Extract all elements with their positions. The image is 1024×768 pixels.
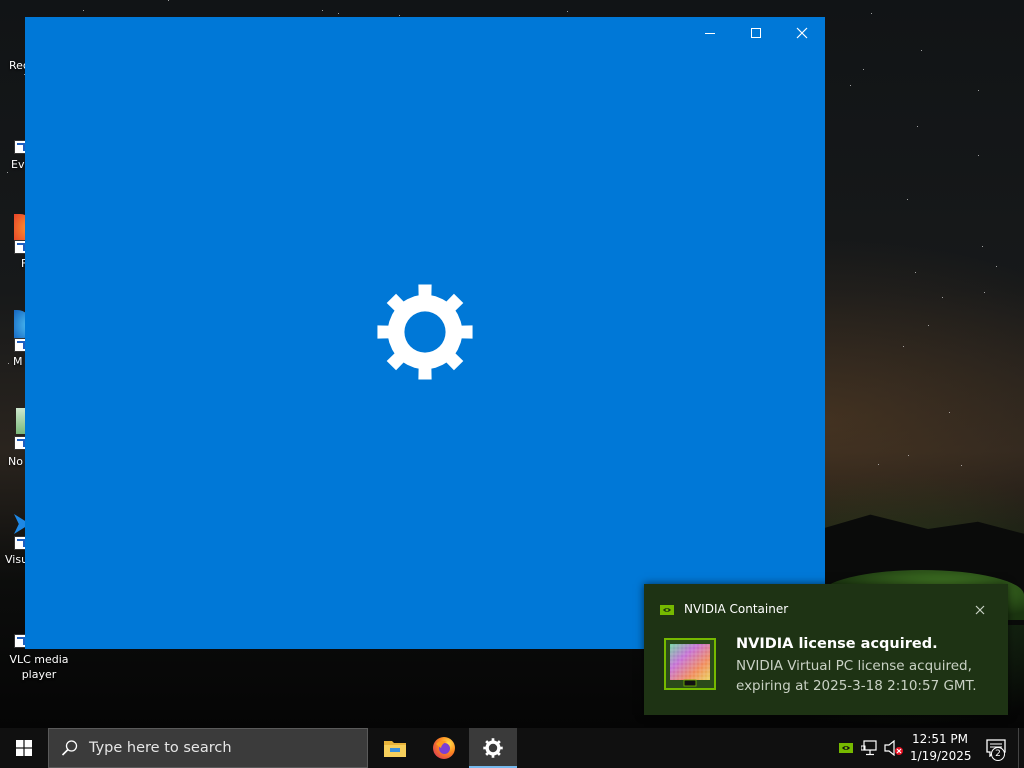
star — [878, 464, 879, 465]
star — [978, 90, 979, 91]
star — [399, 15, 400, 16]
star — [978, 155, 979, 156]
settings-window[interactable] — [25, 17, 825, 649]
minimize-icon — [705, 33, 715, 34]
taskbar-firefox[interactable] — [420, 728, 468, 768]
close-icon — [975, 605, 985, 615]
notification-body: NVIDIA Virtual PC license acquired, expi… — [736, 658, 977, 694]
notification-close-button[interactable] — [970, 600, 990, 620]
settings-icon — [483, 738, 503, 758]
volume-muted-icon — [884, 740, 903, 756]
show-desktop-button[interactable] — [1018, 728, 1024, 768]
star — [921, 50, 922, 51]
network-icon — [861, 740, 877, 756]
start-button[interactable] — [0, 728, 48, 768]
tray-network[interactable] — [860, 738, 880, 758]
notification-title: NVIDIA license acquired. — [736, 636, 938, 652]
star — [168, 0, 169, 1]
gear-hole — [404, 311, 446, 353]
star — [567, 11, 568, 12]
file-explorer-icon — [384, 741, 406, 757]
notification-count-badge: 2 — [991, 747, 1005, 761]
star — [850, 85, 851, 86]
clock-time: 12:51 PM — [912, 732, 968, 746]
nvidia-logo-icon — [660, 605, 674, 615]
tray-volume-muted[interactable] — [884, 738, 904, 758]
star — [942, 297, 943, 298]
star — [903, 346, 904, 347]
tray-nvidia[interactable] — [836, 738, 856, 758]
search-placeholder: Type here to search — [89, 740, 232, 756]
notification-app-name: NVIDIA Container — [684, 602, 789, 616]
star — [907, 199, 908, 200]
star — [871, 13, 872, 14]
taskbar: Type here to search 12:51 PM 1/19/2025 2 — [0, 728, 1024, 768]
gear-hole — [488, 743, 498, 753]
star — [982, 246, 983, 247]
star — [928, 325, 929, 326]
star — [908, 455, 909, 456]
star — [863, 69, 864, 70]
gpu-chip-icon — [664, 638, 716, 690]
star — [949, 412, 950, 413]
star — [961, 465, 962, 466]
gear-icon — [377, 284, 473, 380]
close-button[interactable] — [779, 17, 825, 49]
maximize-button[interactable] — [733, 17, 779, 49]
minimize-button[interactable] — [687, 17, 733, 49]
star — [917, 126, 918, 127]
star — [996, 266, 997, 267]
star — [984, 292, 985, 293]
close-icon — [796, 27, 808, 39]
star — [915, 272, 916, 273]
desktop-icon-label: VLC media player — [9, 653, 69, 681]
firefox-icon — [433, 737, 455, 759]
clock-date: 1/19/2025 — [910, 749, 972, 763]
notification-toast[interactable]: NVIDIA Container NVIDIA license acquired… — [644, 584, 1008, 715]
maximize-icon — [751, 28, 761, 38]
taskbar-settings[interactable] — [469, 728, 517, 768]
star — [338, 13, 339, 14]
taskbar-search-box[interactable]: Type here to search — [48, 728, 368, 768]
star — [322, 10, 323, 11]
taskbar-clock[interactable]: 12:51 PM 1/19/2025 — [910, 731, 972, 765]
search-icon — [61, 740, 78, 756]
nvidia-tray-icon — [839, 743, 853, 753]
star — [83, 10, 84, 11]
taskbar-file-explorer[interactable] — [371, 728, 419, 768]
windows-logo-icon — [16, 740, 32, 756]
